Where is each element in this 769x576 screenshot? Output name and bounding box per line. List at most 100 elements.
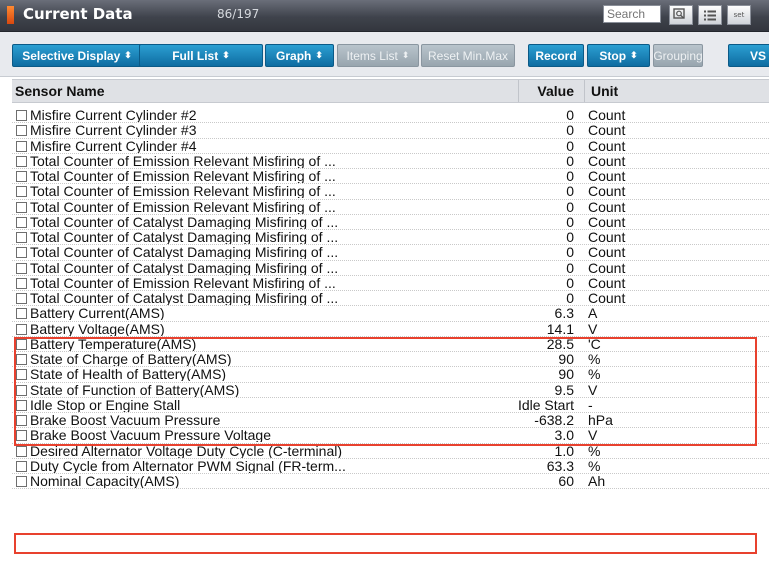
dropdown-arrow-icon: ⬍ xyxy=(222,50,230,60)
table-row[interactable]: Total Counter of Emission Relevant Misfi… xyxy=(12,184,769,200)
table-row[interactable]: Battery Voltage(AMS) 14.1 V xyxy=(12,322,769,337)
table-row[interactable]: Misfire Current Cylinder #2 0 Count xyxy=(12,108,769,124)
sensor-name: Total Counter of Emission Relevant Misfi… xyxy=(30,199,336,214)
sensor-value: 0 xyxy=(566,137,574,154)
selective-display-button[interactable]: Selective Display ⬍ xyxy=(12,44,142,67)
sensor-unit: Count xyxy=(588,168,626,184)
row-checkbox[interactable] xyxy=(16,125,27,137)
items-list-button[interactable]: Items List ⬍ xyxy=(337,44,419,67)
table-row[interactable]: Total Counter of Catalyst Damaging Misfi… xyxy=(12,261,769,276)
sensor-name: Idle Stop or Engine Stall xyxy=(30,397,181,412)
row-checkbox[interactable] xyxy=(16,323,27,335)
sensor-unit: A xyxy=(588,305,598,322)
dropdown-arrow-icon: ⬍ xyxy=(630,50,638,60)
table-row[interactable]: Total Counter of Emission Relevant Misfi… xyxy=(12,200,769,215)
sensor-value: 90 xyxy=(558,366,574,383)
table-row[interactable]: Brake Boost Vacuum Pressure -638.2 hPa xyxy=(12,412,769,429)
row-checkbox[interactable] xyxy=(16,476,27,487)
sensor-unit: V xyxy=(588,381,598,398)
row-checkbox[interactable] xyxy=(16,415,27,426)
sensor-unit: Count xyxy=(588,137,626,154)
button-label: Full List xyxy=(172,48,219,63)
record-button[interactable]: Record xyxy=(528,44,584,67)
table-row[interactable]: Total Counter of Catalyst Damaging Misfi… xyxy=(12,290,769,307)
settings-button[interactable]: set xyxy=(727,5,751,25)
table-row[interactable]: Battery Temperature(AMS) 28.5 'C xyxy=(12,337,769,352)
table-row[interactable]: Brake Boost Vacuum Pressure Voltage 3.0 V xyxy=(12,427,769,444)
row-checkbox[interactable] xyxy=(16,110,27,121)
reset-min-max-button[interactable]: Reset Min.Max xyxy=(421,44,515,67)
sensor-unit: Count xyxy=(588,259,626,276)
row-checkbox[interactable] xyxy=(16,262,27,274)
row-checkbox[interactable] xyxy=(16,399,27,411)
row-checkbox[interactable] xyxy=(16,460,27,472)
sensor-name: Brake Boost Vacuum Pressure xyxy=(30,413,221,427)
column-header-sensor-name[interactable]: Sensor Name xyxy=(15,83,104,99)
sensor-name: Total Counter of Catalyst Damaging Misfi… xyxy=(30,230,339,244)
table-row[interactable]: Total Counter of Emission Relevant Misfi… xyxy=(12,276,769,291)
table-row[interactable]: State of Charge of Battery(AMS) 90% xyxy=(12,351,769,368)
row-checkbox[interactable] xyxy=(16,186,27,198)
sensor-unit: Count xyxy=(588,274,626,291)
row-checkbox[interactable] xyxy=(16,430,27,442)
row-checkbox[interactable] xyxy=(16,369,27,381)
sensor-name: Total Counter of Catalyst Damaging Misfi… xyxy=(30,260,339,275)
search-input[interactable] xyxy=(603,5,661,23)
row-checkbox[interactable] xyxy=(16,171,27,182)
page-title: Current Data xyxy=(23,5,133,23)
sensor-name: Misfire Current Cylinder #2 xyxy=(30,108,197,122)
row-checkbox[interactable] xyxy=(16,354,27,365)
row-checkbox[interactable] xyxy=(16,308,27,320)
row-checkbox[interactable] xyxy=(16,155,27,167)
sensor-unit: Count xyxy=(588,290,626,306)
list-view-button[interactable] xyxy=(698,5,722,25)
stop-button[interactable]: Stop ⬍ xyxy=(587,44,650,67)
vs-button[interactable]: VS xyxy=(728,44,769,67)
full-list-button[interactable]: Full List ⬍ xyxy=(139,44,263,67)
table-row[interactable]: Total Counter of Emission Relevant Misfi… xyxy=(12,168,769,185)
row-checkbox[interactable] xyxy=(16,338,27,350)
sensor-name: Duty Cycle from Alternator PWM Signal (F… xyxy=(30,458,346,473)
table-row[interactable]: Battery Current(AMS) 6.3 A xyxy=(12,305,769,322)
sensor-unit: hPa xyxy=(588,412,613,428)
column-header-unit[interactable]: Unit xyxy=(591,83,618,99)
table-row[interactable]: Misfire Current Cylinder #4 0 Count xyxy=(12,139,769,154)
row-checkbox[interactable] xyxy=(16,232,27,243)
row-checkbox[interactable] xyxy=(16,445,27,457)
search-button[interactable] xyxy=(669,5,693,25)
row-checkbox[interactable] xyxy=(16,216,27,228)
table-row[interactable]: Total Counter of Catalyst Damaging Misfi… xyxy=(12,230,769,246)
row-checkbox[interactable] xyxy=(16,384,27,396)
row-checkbox[interactable] xyxy=(16,201,27,213)
table-row[interactable]: Total Counter of Catalyst Damaging Misfi… xyxy=(12,215,769,230)
button-label: Grouping xyxy=(653,48,703,63)
grouping-button[interactable]: Grouping xyxy=(653,44,703,67)
table-row[interactable]: Total Counter of Catalyst Damaging Misfi… xyxy=(12,244,769,261)
table-row[interactable]: State of Health of Battery(AMS) 90% xyxy=(12,366,769,383)
sensor-unit: % xyxy=(588,351,601,367)
row-checkbox[interactable] xyxy=(16,293,27,304)
table-row[interactable]: Desired Alternator Voltage Duty Cycle (C… xyxy=(12,444,769,459)
sensor-value: 0 xyxy=(566,213,574,230)
sensor-name: Total Counter of Catalyst Damaging Misfi… xyxy=(30,291,339,305)
row-checkbox[interactable] xyxy=(16,140,27,152)
sensor-value: 28.5 xyxy=(546,335,574,352)
table-row[interactable]: Idle Stop or Engine Stall Idle Start - xyxy=(12,398,769,413)
table-row[interactable]: Nominal Capacity(AMS) 60 Ah xyxy=(12,474,769,490)
sensor-name: Total Counter of Emission Relevant Misfi… xyxy=(30,184,336,199)
sensor-value: 0 xyxy=(566,274,574,291)
button-label: Stop xyxy=(599,48,627,63)
row-checkbox[interactable] xyxy=(16,247,27,259)
table-row[interactable]: Duty Cycle from Alternator PWM Signal (F… xyxy=(12,459,769,474)
graph-button[interactable]: Graph ⬍ xyxy=(265,44,334,67)
sensor-value: 0 xyxy=(566,244,574,261)
table-row[interactable]: Total Counter of Emission Relevant Misfi… xyxy=(12,154,769,169)
sensor-value: 0 xyxy=(566,290,574,306)
sensor-value: 3.0 xyxy=(554,427,574,444)
sensor-name: Nominal Capacity(AMS) xyxy=(30,474,180,488)
table-row[interactable]: Misfire Current Cylinder #3 0 Count xyxy=(12,123,769,139)
column-header-value[interactable]: Value xyxy=(537,83,574,99)
sensor-unit: Count xyxy=(588,152,626,169)
table-row[interactable]: State of Function of Battery(AMS) 9.5 V xyxy=(12,383,769,398)
row-checkbox[interactable] xyxy=(16,277,27,289)
